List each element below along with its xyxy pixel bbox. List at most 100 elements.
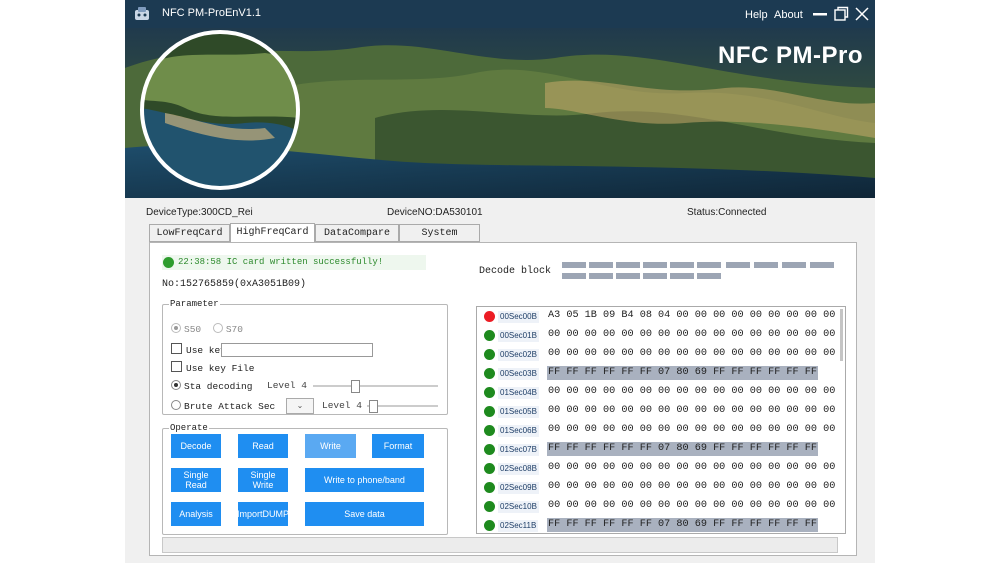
sector-label: 02Sec11B (498, 520, 539, 532)
table-row[interactable]: 02Sec11B FF FF FF FF FF FF 07 80 69 FF F… (477, 516, 845, 533)
decode-block-cell (670, 273, 694, 279)
table-row[interactable]: 00Sec03B FF FF FF FF FF FF 07 80 69 FF F… (477, 364, 845, 383)
hex-data: 00 00 00 00 00 00 00 00 00 00 00 00 00 0… (548, 329, 836, 340)
progress-bar (162, 537, 838, 553)
hex-data: A3 05 1B 09 B4 08 04 00 00 00 00 00 00 0… (548, 310, 836, 321)
decode-block-cell (589, 262, 613, 268)
parameter-group: Parameter S50 S70 Use key Use key File S… (162, 299, 448, 415)
decode-block-cell (810, 262, 834, 268)
status-dot-icon (484, 482, 495, 493)
success-message-text: 22:38:58 IC card written successfully! (178, 257, 384, 267)
status-dot-icon (484, 368, 495, 379)
tab-system[interactable]: System (399, 224, 480, 242)
read-button[interactable]: Read (238, 434, 288, 458)
decode-block-label: Decode block (479, 266, 552, 277)
s70-radio[interactable]: S70 (212, 323, 243, 335)
hex-data: FF FF FF FF FF FF 07 80 69 FF FF FF FF F… (547, 518, 818, 532)
status-dot-icon (484, 349, 495, 360)
tab-lowfreqcard[interactable]: LowFreqCard (149, 224, 230, 242)
key-input[interactable] (221, 343, 373, 357)
success-message: 22:38:58 IC card written successfully! (162, 255, 426, 270)
help-menu[interactable]: Help (745, 9, 768, 21)
table-row[interactable]: 02Sec10B 00 00 00 00 00 00 00 00 00 00 0… (477, 497, 845, 516)
save-data-button[interactable]: Save data (305, 502, 424, 526)
sta-level-label: Level 4 (267, 380, 307, 391)
write-button[interactable]: Write (305, 434, 356, 458)
table-row[interactable]: 01Sec04B 00 00 00 00 00 00 00 00 00 00 0… (477, 383, 845, 402)
card-type-selector: S50 S70 (171, 323, 243, 335)
decode-block-cell (782, 262, 806, 268)
status-dot-icon (484, 406, 495, 417)
write-to-phone-button[interactable]: Write to phone/band (305, 468, 424, 492)
analysis-button[interactable]: Analysis (171, 502, 221, 526)
hex-data: 00 00 00 00 00 00 00 00 00 00 00 00 00 0… (548, 462, 836, 473)
chevron-down-icon: ⌄ (296, 401, 304, 410)
app-window: NFC PM-ProEnV1.1 Help About NFC PM-Pro D… (125, 0, 875, 563)
about-menu[interactable]: About (774, 9, 803, 21)
hex-data: 00 00 00 00 00 00 00 00 00 00 00 00 00 0… (548, 386, 836, 397)
use-key-file-checkbox[interactable]: Use key File (171, 361, 254, 374)
decode-block-cell (589, 273, 613, 279)
single-write-button[interactable]: Single Write (238, 468, 288, 492)
decode-block-cell (697, 262, 721, 268)
status-dot-icon (484, 501, 495, 512)
hex-data: FF FF FF FF FF FF 07 80 69 FF FF FF FF F… (547, 442, 818, 456)
table-row[interactable]: 01Sec07B FF FF FF FF FF FF 07 80 69 FF F… (477, 440, 845, 459)
table-row[interactable]: 00Sec02B 00 00 00 00 00 00 00 00 00 00 0… (477, 345, 845, 364)
status-dot-icon (484, 520, 495, 531)
decode-block-cell (697, 273, 721, 279)
hex-data: FF FF FF FF FF FF 07 80 69 FF FF FF FF F… (547, 366, 818, 380)
sta-level-slider[interactable] (313, 385, 438, 387)
parameter-legend: Parameter (170, 299, 219, 309)
decode-block-cell (616, 273, 640, 279)
use-key-checkbox[interactable]: Use key (171, 343, 226, 356)
status-dot-icon (484, 311, 495, 322)
table-scrollbar[interactable] (840, 309, 843, 361)
highfreq-panel: 22:38:58 IC card written successfully! N… (149, 242, 857, 556)
sector-label: 00Sec00B (498, 311, 539, 323)
decode-button[interactable]: Decode (171, 434, 221, 458)
hex-data: 00 00 00 00 00 00 00 00 00 00 00 00 00 0… (548, 348, 836, 359)
brute-level-label: Level 4 (322, 400, 362, 411)
brand-title: NFC PM-Pro (718, 42, 863, 69)
hex-data: 00 00 00 00 00 00 00 00 00 00 00 00 00 0… (548, 405, 836, 416)
decode-block-cell (562, 262, 586, 268)
close-icon[interactable] (854, 6, 870, 22)
sector-label: 00Sec03B (498, 368, 539, 380)
brute-level-slider-thumb[interactable] (369, 400, 378, 413)
decode-block-cell (643, 262, 667, 268)
tab-highfreqcard[interactable]: HighFreqCard (230, 223, 315, 243)
sta-decoding-radio[interactable]: Sta decoding (171, 380, 252, 392)
sector-data-table[interactable]: 00Sec00B A3 05 1B 09 B4 08 04 00 00 00 0… (476, 306, 846, 534)
status-dot-icon (484, 425, 495, 436)
sta-level-slider-thumb[interactable] (351, 380, 360, 393)
minimize-icon[interactable] (812, 6, 828, 22)
table-row[interactable]: 02Sec09B 00 00 00 00 00 00 00 00 00 00 0… (477, 478, 845, 497)
connection-status: Status:Connected (687, 207, 767, 218)
s50-radio[interactable]: S50 (171, 323, 201, 335)
sector-label: 02Sec09B (498, 482, 539, 494)
decode-block-cell (643, 273, 667, 279)
sector-dropdown[interactable]: ⌄ (286, 398, 314, 414)
sector-label: 00Sec01B (498, 330, 539, 342)
hex-data: 00 00 00 00 00 00 00 00 00 00 00 00 00 0… (548, 500, 836, 511)
sector-label: 01Sec06B (498, 425, 539, 437)
title-bar: NFC PM-ProEnV1.1 Help About (125, 0, 875, 28)
tab-datacompare[interactable]: DataCompare (315, 224, 399, 242)
decode-block-cell (726, 262, 750, 268)
restore-icon[interactable] (833, 6, 849, 22)
format-button[interactable]: Format (372, 434, 424, 458)
sector-label: 01Sec05B (498, 406, 539, 418)
hex-data: 00 00 00 00 00 00 00 00 00 00 00 00 00 0… (548, 424, 836, 435)
import-dump-button[interactable]: ImportDUMP (238, 502, 288, 526)
table-row[interactable]: 02Sec08B 00 00 00 00 00 00 00 00 00 00 0… (477, 459, 845, 478)
single-read-button[interactable]: Single Read (171, 468, 221, 492)
sector-label: 02Sec10B (498, 501, 539, 513)
table-row[interactable]: 01Sec05B 00 00 00 00 00 00 00 00 00 00 0… (477, 402, 845, 421)
table-row[interactable]: 00Sec01B 00 00 00 00 00 00 00 00 00 00 0… (477, 326, 845, 345)
table-row[interactable]: 00Sec00B A3 05 1B 09 B4 08 04 00 00 00 0… (477, 307, 845, 326)
table-row[interactable]: 01Sec06B 00 00 00 00 00 00 00 00 00 00 0… (477, 421, 845, 440)
status-dot-icon (484, 463, 495, 474)
sector-label: 01Sec04B (498, 387, 539, 399)
brute-attack-radio[interactable]: Brute Attack Sec (171, 400, 275, 412)
